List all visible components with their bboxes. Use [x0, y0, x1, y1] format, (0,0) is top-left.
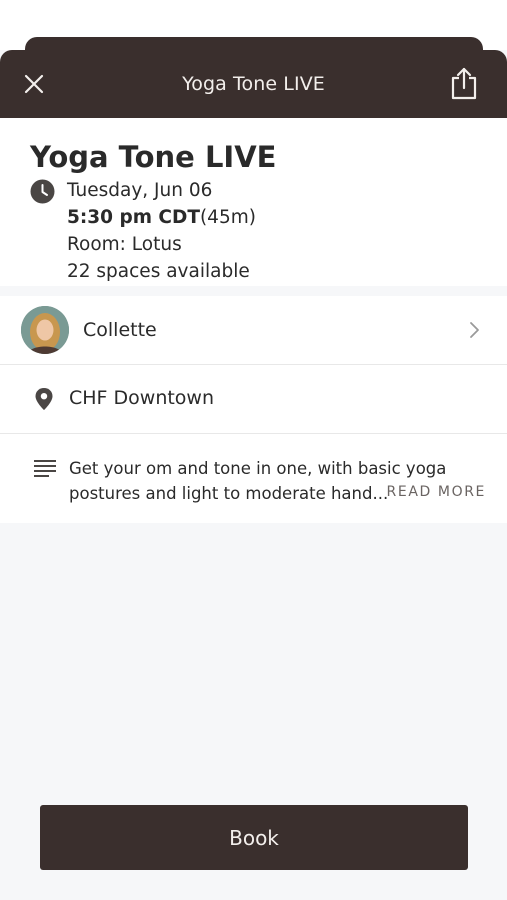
description-lines-icon [34, 460, 56, 477]
avatar [21, 306, 69, 354]
location-pin-icon [35, 388, 53, 410]
class-date: Tuesday, Jun 06 [67, 180, 213, 201]
instructor-row[interactable]: Collette [0, 296, 507, 365]
header-bar: Yoga Tone LIVE [0, 50, 507, 118]
class-title: Yoga Tone LIVE [30, 140, 277, 174]
class-duration: (45m) [199, 207, 256, 228]
close-icon[interactable] [20, 70, 48, 98]
class-details: Yoga Tone LIVE Tuesday, Jun 06 5:30 pm C… [0, 118, 507, 286]
class-info-list: Collette CHF Downtown Get your om and to… [0, 296, 507, 523]
description-row: Get your om and tone in one, with basic … [0, 434, 507, 523]
location-name: CHF Downtown [69, 387, 215, 409]
class-time-row: 5:30 pm CDT(45m) [67, 207, 256, 228]
class-spaces: 22 spaces available [67, 261, 250, 282]
header-title: Yoga Tone LIVE [182, 73, 325, 95]
instructor-name: Collette [83, 319, 157, 341]
location-row[interactable]: CHF Downtown [0, 365, 507, 434]
clock-icon [30, 179, 55, 204]
class-time: 5:30 pm CDT [67, 207, 200, 228]
book-button[interactable]: Book [40, 805, 468, 870]
read-more-link[interactable]: READ MORE [387, 484, 486, 500]
share-icon[interactable] [449, 66, 479, 100]
chevron-right-icon[interactable] [469, 321, 481, 339]
class-room: Room: Lotus [67, 234, 182, 255]
